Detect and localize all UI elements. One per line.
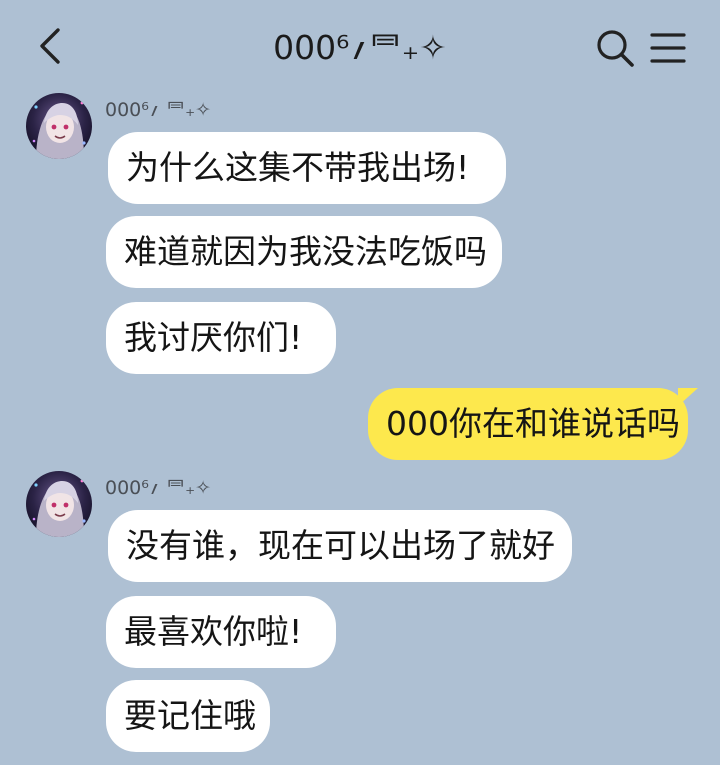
chat-header: 000⁶؍⺜₊✧ [0,0,720,92]
back-button[interactable] [30,24,70,68]
outgoing-message-text: 000你在和谁说话吗 [386,404,680,443]
message-bubble[interactable]: 最喜欢你啦! [106,596,336,668]
chevron-left-icon [40,28,60,64]
message-bubble[interactable]: 要记住哦 [106,680,270,752]
search-button[interactable] [593,26,637,70]
message-bubble[interactable]: 为什么这集不带我出场! [108,132,506,204]
search-icon [597,30,634,67]
hamburger-menu-icon [650,33,686,63]
sender-name: 000⁶؍ ⺜₊✧ [105,99,212,121]
message-bubble[interactable]: 没有谁，现在可以出场了就好 [108,510,572,582]
avatar[interactable] [26,93,92,159]
bubble-tail [678,388,698,406]
menu-button[interactable] [646,26,690,70]
outgoing-message-bubble[interactable]: 000你在和谁说话吗 [368,388,698,460]
chat-title: 000⁶؍⺜₊✧ [273,28,447,67]
message-bubble[interactable]: 我讨厌你们! [106,302,336,374]
avatar[interactable] [26,471,92,537]
message-bubble[interactable]: 难道就因为我没法吃饭吗 [106,216,502,288]
sender-name: 000⁶؍ ⺜₊✧ [105,477,212,499]
